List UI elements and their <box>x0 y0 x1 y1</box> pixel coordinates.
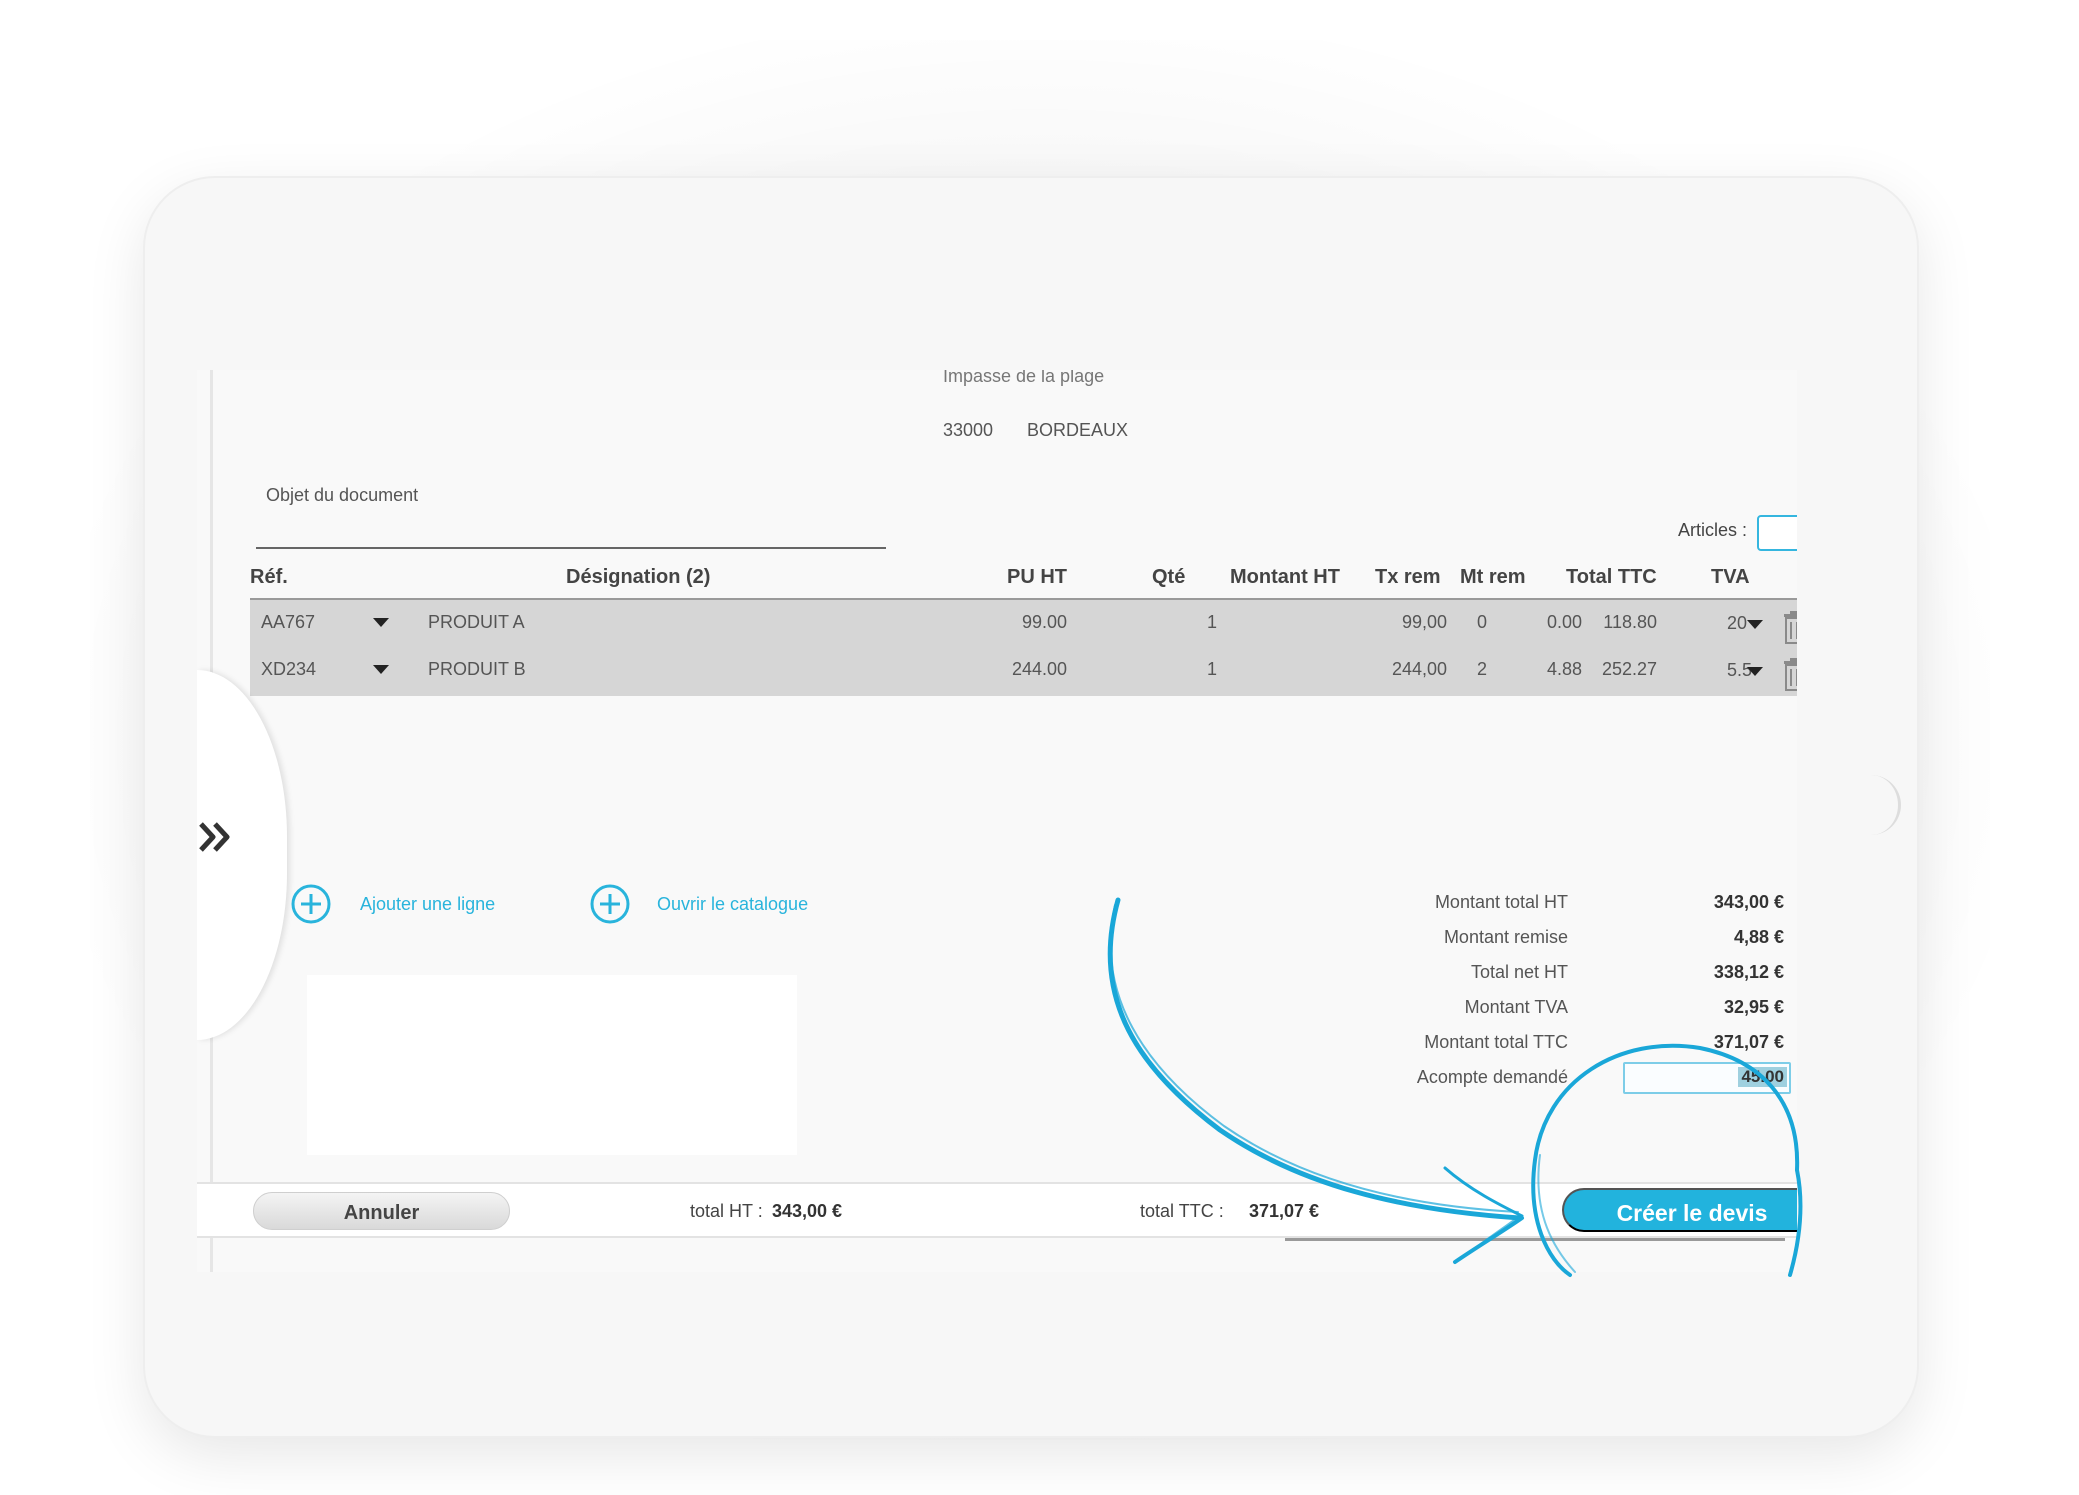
double-chevron-right-icon[interactable] <box>197 812 237 862</box>
chevron-down-icon[interactable] <box>373 665 389 674</box>
object-input[interactable] <box>256 547 886 549</box>
chevron-down-icon[interactable] <box>373 618 389 627</box>
header-designation: Désignation (2) <box>566 566 711 588</box>
articles-search-input[interactable] <box>1757 515 1797 551</box>
chevron-down-icon[interactable] <box>1747 620 1763 629</box>
acompte-label: Acompte demandé <box>1416 1067 1568 1087</box>
row-tva[interactable]: 20 <box>1727 613 1747 634</box>
row-ref: XD234 <box>261 659 317 679</box>
row-qte[interactable]: 1 <box>1187 612 1217 633</box>
object-label: Objet du document <box>266 485 419 505</box>
summary-value: 338,12 € <box>1713 962 1784 982</box>
cancel-button[interactable]: Annuler <box>253 1192 510 1230</box>
create-quote-button[interactable]: Créer le devis <box>1562 1188 1797 1232</box>
summary-value: 32,95 € <box>1723 997 1784 1017</box>
header-qte: Qté <box>1152 566 1186 588</box>
acompte-input[interactable]: 45.00 <box>1623 1062 1791 1094</box>
footer-total-ht-value: 343,00 € <box>772 1201 843 1221</box>
summary-label: Montant TVA <box>1464 997 1568 1017</box>
address-city: BORDEAUX <box>1027 420 1129 440</box>
header-tva: TVA <box>1711 566 1750 588</box>
add-line-link[interactable]: Ajouter une ligne <box>360 894 495 915</box>
summary-label: Montant remise <box>1443 927 1568 947</box>
summary-label: Montant total HT <box>1434 892 1568 912</box>
trash-icon[interactable] <box>1783 657 1797 691</box>
chevron-down-icon[interactable] <box>1747 667 1763 676</box>
summary-value: 343,00 € <box>1713 892 1784 912</box>
header-total-ttc: Total TTC <box>1566 566 1657 588</box>
plus-circle-icon[interactable] <box>589 883 631 925</box>
summary-value: 4,88 € <box>1733 927 1784 947</box>
row-pu-ht[interactable]: 99.00 <box>967 612 1067 633</box>
header-ref: Réf. <box>250 566 288 588</box>
row-montant-ht: 99,00 <box>1401 612 1447 632</box>
footer-total-ht-label: total HT : <box>690 1201 763 1221</box>
footer-total-ttc-label: total TTC : <box>1140 1201 1224 1221</box>
row-qte[interactable]: 1 <box>1187 659 1217 680</box>
row-montant-ht: 244,00 <box>1391 659 1447 679</box>
acompte-value: 45.00 <box>1738 1067 1787 1087</box>
row-pu-ht[interactable]: 244.00 <box>967 659 1067 680</box>
plus-circle-icon[interactable] <box>290 883 332 925</box>
row-ref: AA767 <box>261 612 316 632</box>
address-street: Impasse de la plage <box>943 370 1105 386</box>
header-tx-rem: Tx rem <box>1375 566 1441 588</box>
footer-underline <box>1285 1238 1785 1241</box>
row-total-ttc: 252.27 <box>1601 659 1657 679</box>
header-mt-rem: Mt rem <box>1460 566 1526 588</box>
articles-label: Articles : <box>1678 520 1748 540</box>
row-designation: PRODUIT B <box>428 659 526 679</box>
open-catalog-link[interactable]: Ouvrir le catalogue <box>657 894 808 915</box>
row-designation: PRODUIT A <box>428 612 525 632</box>
summary-label: Montant total TTC <box>1424 1032 1568 1052</box>
notes-textarea[interactable] <box>307 975 797 1155</box>
address-postcode: 33000 <box>943 420 994 440</box>
row-tx-rem[interactable]: 2 <box>1447 659 1487 680</box>
trash-icon[interactable] <box>1783 610 1797 644</box>
header-montant-ht: Montant HT <box>1230 566 1340 588</box>
app-screen: Impasse de la plage 33000 BORDEAUX Objet… <box>197 370 1797 1272</box>
summary-label: Total net HT <box>1470 962 1568 982</box>
summary-value: 371,07 € <box>1713 1032 1784 1052</box>
row-tx-rem[interactable]: 0 <box>1447 612 1487 633</box>
row-total-ttc: 118.80 <box>1603 612 1657 632</box>
footer-total-ttc-value: 371,07 € <box>1249 1201 1320 1221</box>
header-pu-ht: PU HT <box>1007 566 1067 588</box>
